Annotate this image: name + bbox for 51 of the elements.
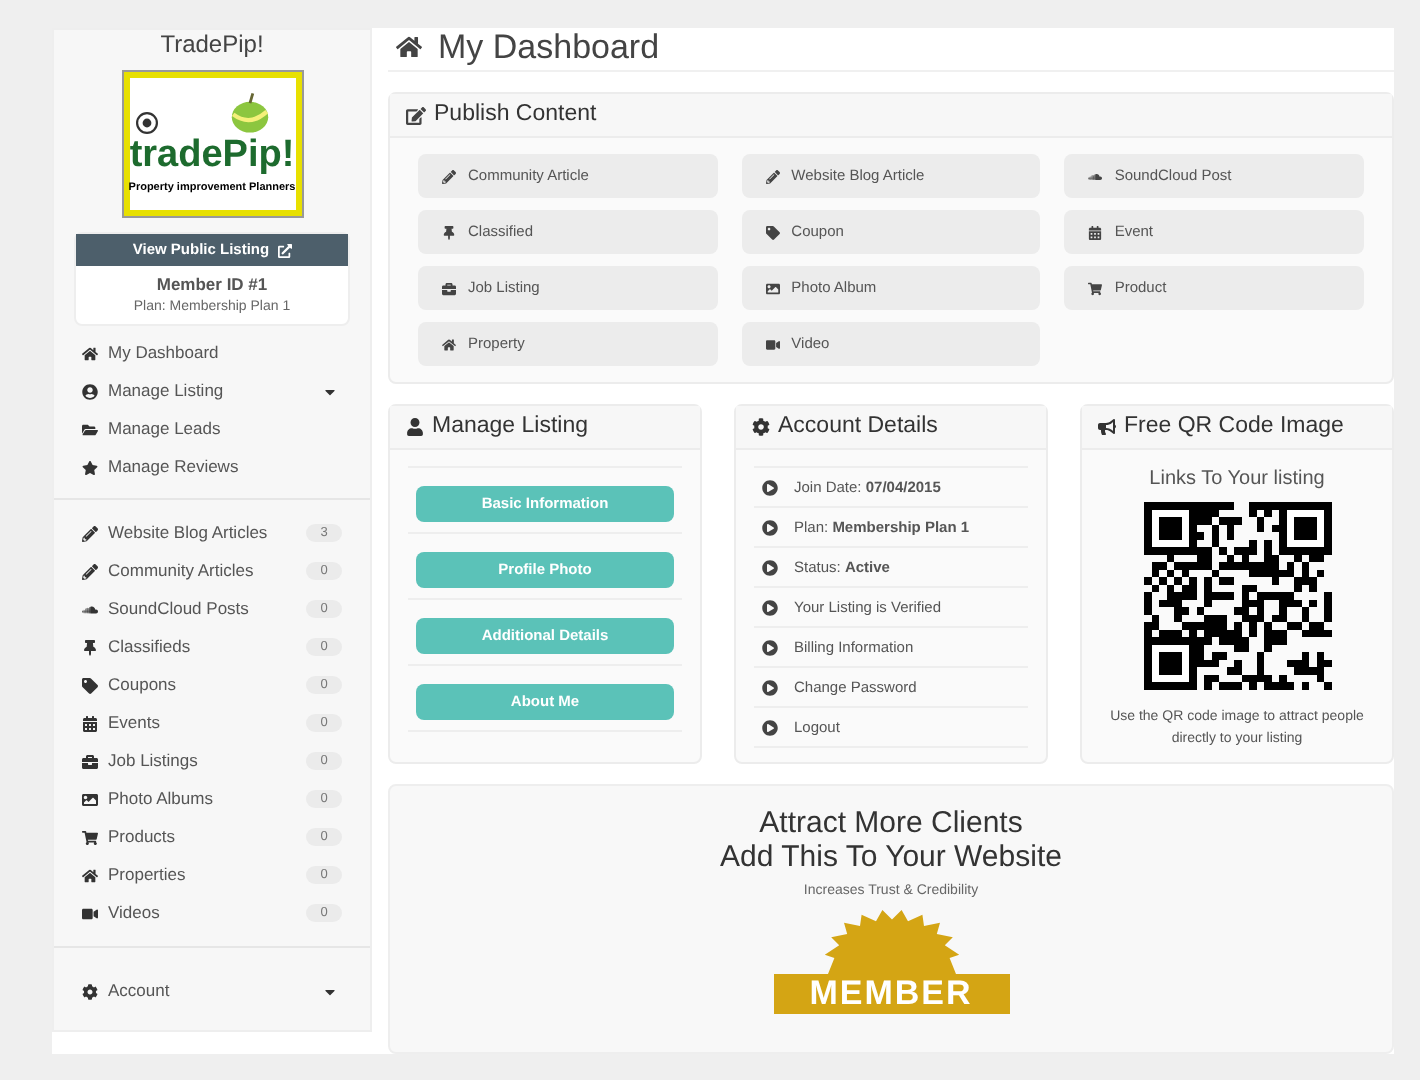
cart-icon [1088, 281, 1103, 295]
panel-title: Manage Listing [432, 411, 588, 442]
logo-wordmark: tradePip! [129, 135, 295, 174]
panel-title: Publish Content [434, 99, 597, 130]
megaphone-icon [1098, 418, 1116, 436]
edit-icon [406, 105, 426, 125]
calendar-icon [82, 715, 98, 732]
image-icon [82, 791, 98, 808]
pencil-icon [82, 525, 98, 542]
panel-title: Account Details [778, 411, 938, 442]
home-icon [82, 345, 98, 362]
promo-heading: Attract More Clients [759, 806, 1023, 840]
pencil-icon [442, 169, 456, 183]
calendar-icon [1088, 225, 1103, 239]
image-icon [765, 281, 780, 295]
sidebar-item[interactable]: Manage Listing [82, 376, 342, 407]
gear-icon [82, 983, 98, 1000]
home-icon [82, 867, 98, 884]
sidebar-item[interactable]: Manage Reviews [82, 452, 342, 483]
cart-icon [82, 829, 98, 846]
site-title: TradePip! [158, 30, 266, 58]
pin-icon [82, 639, 98, 656]
seal-icon [135, 111, 157, 134]
qr-heading: Links To Your listing [1149, 466, 1325, 494]
pin-icon [442, 225, 456, 239]
external-link-icon [277, 243, 292, 257]
sidebar-item[interactable]: Manage Leads [82, 414, 342, 445]
briefcase-icon [82, 753, 98, 770]
promo-heading: Add This To Your Website [720, 840, 1062, 874]
home-icon [396, 34, 422, 60]
panel-title: Free QR Code Image [1124, 411, 1344, 442]
pencil-icon [82, 563, 98, 580]
video-camera-icon [82, 905, 98, 922]
home-icon [442, 337, 456, 351]
pencil-icon [765, 169, 780, 183]
video-camera-icon [765, 337, 780, 351]
tag-icon [82, 677, 98, 694]
cloud-icon [1088, 169, 1103, 183]
badge-text: MEMBER [773, 973, 1009, 1013]
folder-icon [82, 421, 98, 438]
gear-icon [752, 418, 770, 436]
page-title: My Dashboard [438, 30, 660, 64]
sidebar-item[interactable]: Account [82, 976, 342, 1007]
user-icon [406, 418, 424, 436]
tag-icon [765, 225, 780, 239]
cloud-icon [82, 601, 98, 618]
briefcase-icon [442, 281, 456, 295]
member-id: Member ID #1 [154, 272, 270, 298]
user-icon [82, 383, 98, 400]
star-icon [82, 459, 98, 476]
sidebar-item[interactable]: My Dashboard [82, 338, 342, 369]
